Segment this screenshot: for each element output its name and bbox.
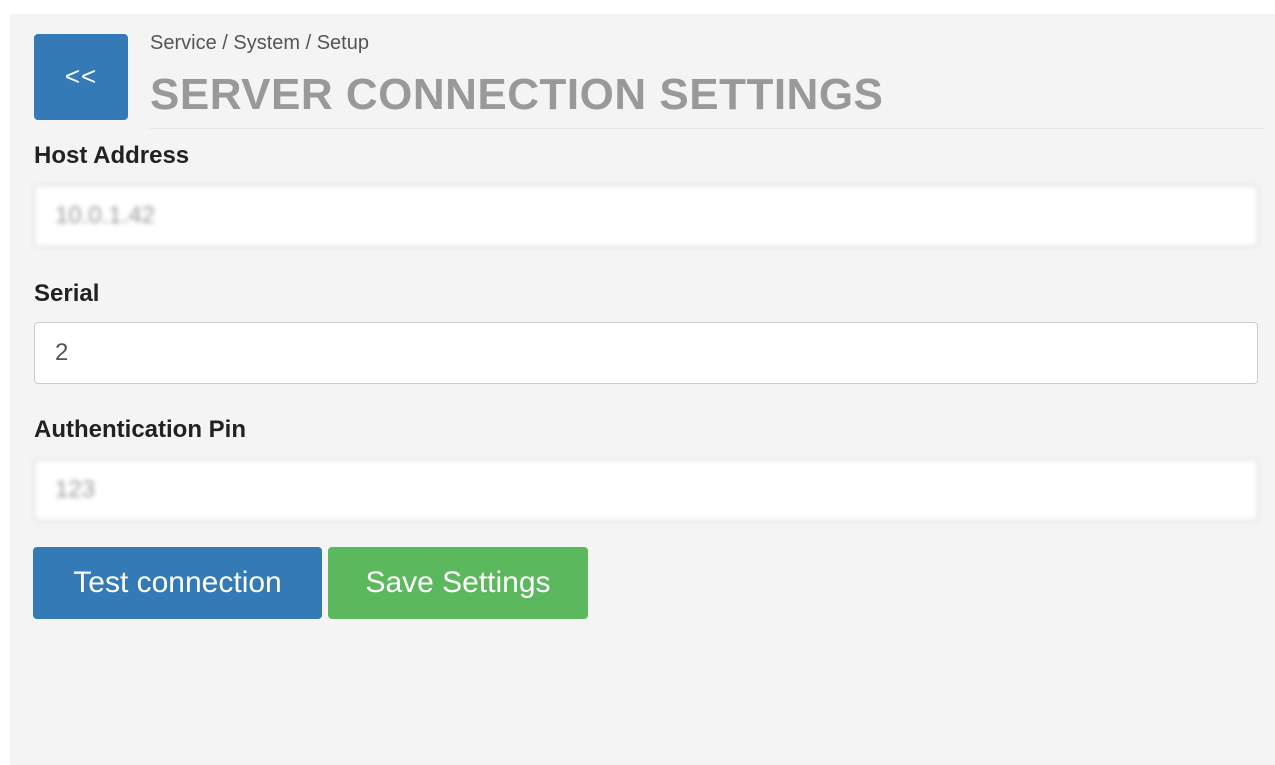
title-divider <box>150 128 1265 129</box>
page-title: SERVER CONNECTION SETTINGS <box>150 70 884 119</box>
breadcrumb: Service / System / Setup <box>150 32 369 54</box>
serial-label: Serial <box>34 280 100 307</box>
host-address-label: Host Address <box>34 142 190 169</box>
host-address-input[interactable] <box>34 185 1258 247</box>
test-connection-button[interactable]: Test connection <box>33 547 322 619</box>
back-button[interactable]: << <box>34 34 128 120</box>
serial-input[interactable] <box>34 322 1258 384</box>
auth-pin-label: Authentication Pin <box>34 416 246 443</box>
auth-pin-input[interactable] <box>34 459 1258 521</box>
save-settings-button[interactable]: Save Settings <box>328 547 588 619</box>
settings-panel: << Service / System / Setup SERVER CONNE… <box>10 14 1275 765</box>
